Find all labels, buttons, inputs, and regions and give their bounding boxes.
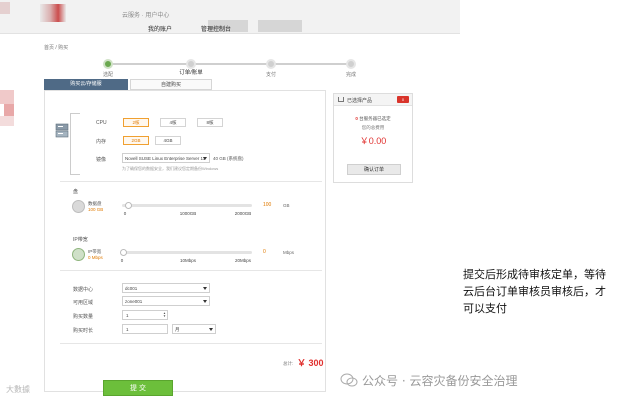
cart-count-number: 0 (355, 116, 358, 121)
quantity-stepper[interactable]: 1 ▲ ▼ (122, 310, 168, 320)
zone-select[interactable]: zone001 (122, 296, 210, 306)
cart-icon (338, 97, 344, 102)
annotation-text: 提交后形成待审核定单，等待云后台订单审核员审核后，才可以支付 (463, 268, 606, 315)
divider (60, 343, 322, 344)
step-track (108, 63, 354, 65)
step-3-label: 支付 (265, 72, 277, 78)
zone-label: 可用区域 (73, 300, 94, 306)
cpu-option-8[interactable]: 8核 (197, 118, 223, 127)
submit-button[interactable]: 提 交 (103, 380, 173, 396)
bandwidth-tick: 10Mbps (179, 258, 197, 263)
datacenter-label: 数据中心 (73, 287, 94, 293)
blurred-nav-block (258, 20, 302, 32)
storage-section-label: 盘 (73, 189, 79, 195)
divider (60, 270, 322, 271)
disk-unit: GB (283, 203, 290, 208)
cart-total: ￥0.00 (359, 136, 387, 146)
step-1-dot (103, 59, 113, 69)
image-label: 镜像 (96, 157, 107, 163)
cart-panel: 已选择产品 0 0 台服务器已选定 您的总费用 ￥0.00 确认订单 (333, 93, 413, 183)
price-value: ￥ 300 (297, 358, 324, 368)
disk-icon (72, 200, 85, 213)
cart-count: 0 台服务器已选定 (334, 116, 412, 122)
image-select[interactable]: Novell SUSE Linux Enterprise Server 11 (122, 153, 210, 163)
cpu-label: CPU (96, 120, 107, 126)
step-1-label: 选配 (102, 72, 114, 78)
disk-slider-handle[interactable] (125, 202, 132, 209)
memory-option-4gb[interactable]: 4GB (155, 136, 181, 145)
divider (60, 181, 322, 182)
confirm-order-button[interactable]: 确认订单 (347, 164, 401, 175)
image-select-value: Novell SUSE Linux Enterprise Server 11 (125, 156, 206, 161)
disk-tick: 0 (123, 211, 127, 216)
tab-cloud-purchase[interactable]: 购买云/存储服 (44, 79, 128, 90)
bandwidth-tick: 20Mbps (234, 258, 252, 263)
disk-tick: 1000GB (179, 211, 197, 216)
pixel-artifact (0, 116, 14, 126)
cart-title: 已选择产品 (347, 98, 373, 104)
disk-icon-sub: 100 GB (88, 207, 104, 212)
bandwidth-slider-handle[interactable] (120, 249, 127, 256)
tab-self-purchase[interactable]: 自建购买 (130, 79, 212, 90)
bandwidth-value[interactable]: 0 (263, 249, 266, 255)
config-bracket (70, 113, 80, 175)
chevron-down-icon (203, 157, 207, 160)
step-4-label: 完成 (345, 72, 357, 78)
cart-header: 已选择产品 0 (334, 94, 412, 106)
duration-unit-value: 月 (175, 327, 180, 332)
memory-option-2gb[interactable]: 2GB (123, 136, 149, 145)
zone-value: zone001 (125, 299, 143, 304)
system-disk-hint: 40 GB (系统盘) (213, 156, 244, 161)
page-root: { "header": { "brand": "云服务 · 用户中心", "na… (0, 0, 624, 407)
cart-fee-label: 您的总费用 (361, 125, 385, 130)
chevron-down-icon (209, 328, 213, 331)
cart-badge: 0 (397, 96, 409, 103)
quantity-label: 购买数量 (73, 314, 94, 320)
disk-slider-track[interactable] (122, 204, 252, 207)
datacenter-value: dc001 (125, 286, 138, 291)
bandwidth-slider-track[interactable] (122, 251, 252, 254)
disk-tick: 2000GB (234, 211, 252, 216)
cpu-option-4[interactable]: 4核 (160, 118, 186, 127)
bandwidth-section-label: IP带宽 (73, 237, 88, 243)
wechat-icon (340, 373, 358, 387)
bandwidth-tick: 0 (120, 258, 124, 263)
price-label: 总计: (283, 361, 294, 366)
cpu-option-2[interactable]: 2核 (123, 118, 149, 127)
step-2-label: 订单/账单 (179, 70, 203, 76)
server-icon (55, 123, 69, 138)
duration-label: 购买时长 (73, 328, 94, 334)
chevron-down-icon (203, 300, 207, 303)
pixel-artifact (0, 90, 14, 104)
logo (40, 4, 66, 22)
cart-count-text: 台服务器已选定 (359, 116, 391, 121)
duration-input[interactable]: 1 (122, 324, 168, 334)
nav-console[interactable]: 管理控制台 (201, 24, 231, 33)
datacenter-select[interactable]: dc001 (122, 283, 210, 293)
step-4-dot (346, 59, 356, 69)
pixel-artifact (4, 104, 14, 116)
image-note: 为了确保您的数据安全，我们建议您定期备份Windows (122, 166, 219, 171)
quantity-value: 1 (126, 313, 129, 318)
pixel-artifact (0, 2, 10, 14)
chevron-down-icon (203, 287, 207, 290)
step-3-dot (266, 59, 276, 69)
watermark-text: 大數據 (6, 385, 30, 394)
wechat-footer-text: 公众号 · 云容灾备份安全治理 (362, 374, 518, 388)
bandwidth-unit: Mbps (283, 250, 295, 255)
top-header: 云服务 · 用户中心 我的账户 管理控制台 (0, 0, 460, 34)
bandwidth-icon-sub: 0 Mbps (88, 255, 103, 260)
disk-value[interactable]: 100 (263, 202, 271, 208)
duration-unit-select[interactable]: 月 (172, 324, 216, 334)
duration-value: 1 (126, 327, 129, 332)
stepper-arrows-icon[interactable]: ▲ ▼ (163, 312, 166, 318)
globe-icon (72, 248, 85, 261)
memory-label: 内存 (96, 139, 107, 145)
brand-title: 云服务 · 用户中心 (122, 13, 170, 19)
breadcrumb: 首页 / 购买 (44, 45, 69, 51)
nav-my-account[interactable]: 我的账户 (148, 24, 172, 33)
